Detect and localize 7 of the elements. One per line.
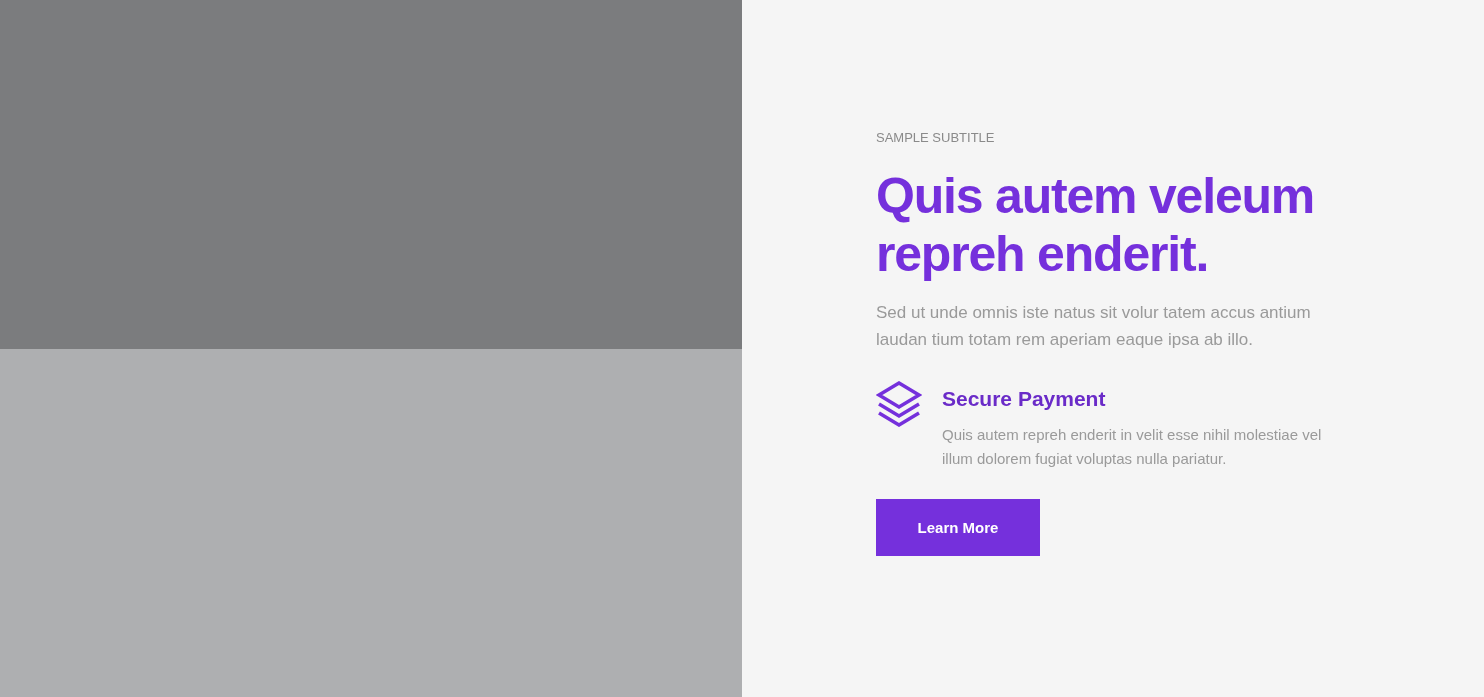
layers-icon	[876, 381, 922, 427]
section-subtitle: SAMPLE SUBTITLE	[876, 130, 996, 145]
section-heading: Quis autem veleum repreh enderit.	[876, 167, 1316, 283]
learn-more-button[interactable]: Learn More	[876, 499, 1040, 556]
feature-title: Secure Payment	[942, 387, 1107, 411]
intro-paragraph: Sed ut unde omnis iste natus sit volur tatem accus antium laudan tium totam rem aperiam eaque ipsa ab illo.	[876, 302, 1312, 351]
feature-description: Quis autem repreh enderit in velit esse nihil molestiae vel illum dolorem fugiat voluptas nulla pariatur.	[942, 425, 1323, 469]
